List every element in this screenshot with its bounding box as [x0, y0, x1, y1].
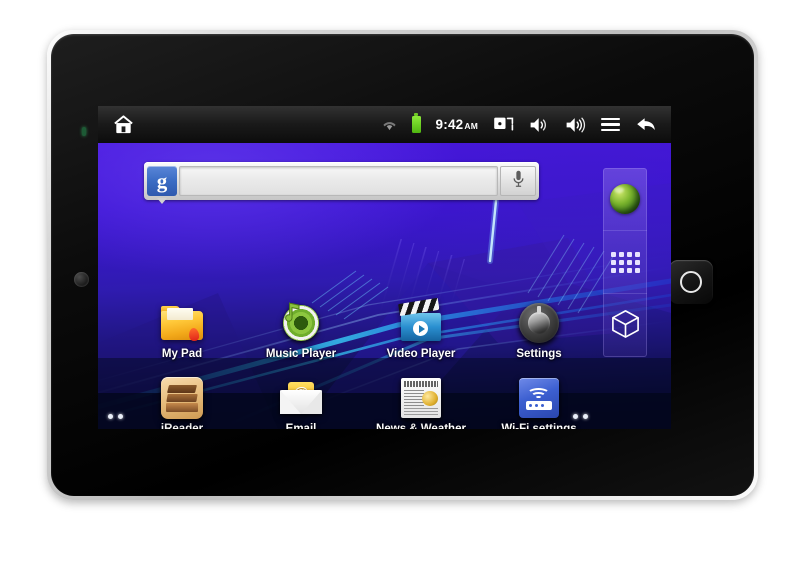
wifi-icon: [382, 118, 397, 131]
app-music-player[interactable]: Music Player: [253, 301, 349, 360]
gear-icon: [517, 301, 561, 345]
books-icon: [160, 376, 204, 420]
envelope-at-icon: @: [279, 376, 323, 420]
app-grid: My Pad Music Player Video Player Setting…: [98, 143, 671, 429]
app-label: My Pad: [161, 348, 203, 360]
app-ireader[interactable]: iReader: [134, 376, 230, 429]
clock-time: 9:42: [435, 117, 464, 132]
app-label: iReader: [160, 423, 204, 429]
status-bar-right-group: 9:42AM: [382, 113, 661, 134]
newspaper-icon: [399, 376, 443, 420]
app-label: Email: [285, 423, 317, 429]
front-camera: [74, 272, 89, 287]
page-dot: [583, 414, 588, 419]
status-led-indicator: [82, 127, 86, 136]
app-wifi-settings[interactable]: Wi-Fi settings: [491, 376, 587, 429]
app-label: Wi-Fi settings: [501, 423, 577, 429]
screenshot-icon[interactable]: [493, 116, 514, 133]
clapperboard-icon: [398, 297, 443, 345]
home-button-ring: [680, 271, 702, 293]
app-label: Music Player: [265, 348, 337, 360]
volume-down-icon[interactable]: [529, 116, 550, 134]
page-indicator-left[interactable]: [108, 414, 123, 419]
battery-icon: [411, 113, 421, 133]
menu-line: [601, 123, 620, 126]
volume-up-icon[interactable]: [565, 116, 586, 134]
folder-icon: [160, 301, 204, 345]
clock-ampm: AM: [464, 121, 478, 131]
status-bar: 9:42AM: [98, 106, 671, 143]
page-dot: [108, 414, 113, 419]
menu-line: [601, 128, 620, 132]
menu-line: [601, 117, 620, 121]
router-icon: [517, 376, 561, 420]
app-settings[interactable]: Settings: [491, 301, 587, 360]
app-label: Settings: [516, 348, 562, 360]
app-news-and-weather[interactable]: News & Weather: [373, 376, 469, 429]
tablet-screen: 9:42AM g My Pad Music Player Video Playe…: [98, 106, 671, 429]
app-label: Video Player: [386, 348, 456, 360]
device-bezel: 9:42AM g My Pad Music Player Video Playe…: [51, 34, 754, 496]
app-my-pad[interactable]: My Pad: [134, 301, 230, 360]
app-video-player[interactable]: Video Player: [373, 297, 469, 360]
home-screen-wallpaper: g My Pad Music Player Video Player Setti…: [98, 143, 671, 429]
music-note-icon: [279, 301, 323, 345]
back-icon[interactable]: [635, 115, 657, 134]
menu-icon[interactable]: [601, 117, 620, 132]
home-button[interactable]: [669, 260, 713, 304]
app-email[interactable]: @ Email: [253, 376, 349, 429]
page-dot: [118, 414, 123, 419]
home-icon[interactable]: [112, 113, 135, 136]
page-dot: [573, 414, 578, 419]
status-bar-clock: 9:42AM: [436, 117, 478, 132]
tablet-device: 9:42AM g My Pad Music Player Video Playe…: [47, 30, 758, 500]
app-label: News & Weather: [376, 423, 466, 429]
page-indicator-right[interactable]: [573, 414, 588, 419]
